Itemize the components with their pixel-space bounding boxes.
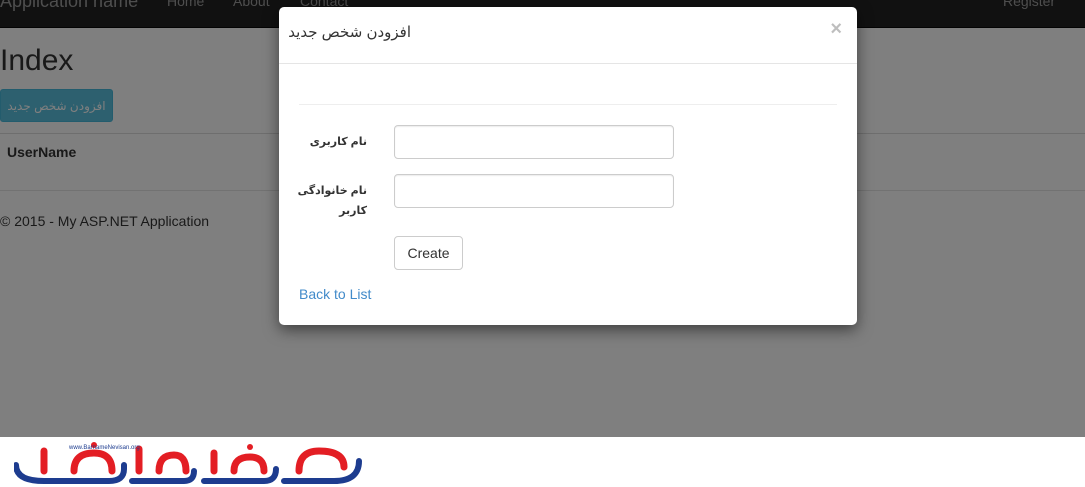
watermark-url: www.BarnameNevisan.org: [68, 445, 140, 451]
lastname-input[interactable]: [394, 174, 674, 208]
username-input[interactable]: [394, 125, 674, 159]
modal-header-divider: [279, 63, 857, 64]
username-label: نام کاربری: [309, 136, 367, 148]
form-divider: [299, 104, 837, 105]
create-button[interactable]: Create: [394, 236, 463, 270]
add-person-modal: افزودن شخص جدید × نام کاربری نام خانوادگ…: [279, 7, 857, 325]
site-watermark: www.BarnameNevisan.org: [0, 437, 1085, 487]
browser-viewport: Application name Home About Contact Regi…: [0, 0, 1085, 437]
barnamenevisan-logo: www.BarnameNevisan.org: [14, 442, 362, 484]
modal-title: افزودن شخص جدید: [288, 24, 411, 41]
close-icon[interactable]: ×: [830, 19, 842, 39]
back-to-list-link[interactable]: Back to List: [299, 286, 371, 302]
lastname-label: نام خانوادگی کاربر: [297, 185, 367, 217]
